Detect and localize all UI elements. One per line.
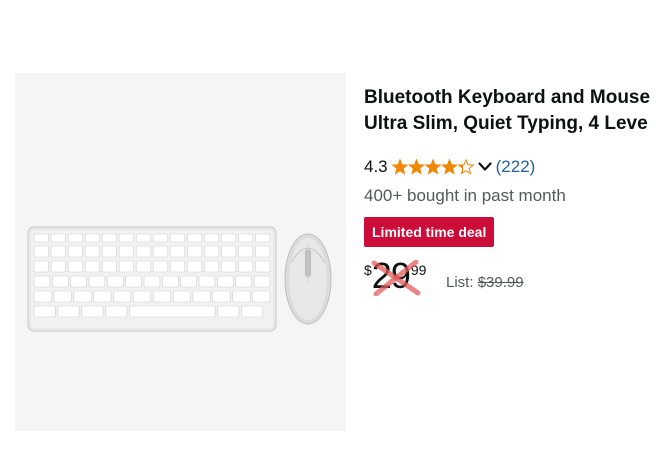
product-info: Bluetooth Keyboard and Mouse Ultra Slim,… (364, 85, 671, 302)
rating-value: 4.3 (364, 157, 388, 176)
price-fraction: 99 (410, 262, 427, 278)
star-4 (440, 159, 458, 175)
star-3 (424, 159, 442, 175)
keyboard-mouse-illustration (27, 226, 332, 332)
product-image[interactable] (15, 73, 346, 431)
product-title-line-1[interactable]: Bluetooth Keyboard and Mouse (364, 85, 671, 111)
price-whole: 29 (371, 255, 411, 296)
star-2 (407, 159, 425, 175)
bought-in-past-month: 400+ bought in past month (364, 186, 566, 205)
rating-row: 4.3 (222) (364, 155, 671, 179)
chevron-down-icon[interactable] (478, 162, 492, 172)
limited-time-deal-badge: Limited time deal (364, 217, 495, 247)
product-title-line-2[interactable]: Ultra Slim, Quiet Typing, 4 Leve (364, 111, 671, 137)
list-price-value: $39.99 (477, 274, 524, 291)
star-1 (391, 159, 409, 175)
product-card: Bluetooth Keyboard and Mouse Ultra Slim,… (0, 0, 671, 470)
review-count-link[interactable]: (222) (496, 157, 536, 177)
star-5 (457, 159, 475, 175)
star-rating-icon[interactable] (391, 159, 476, 175)
list-price: List: $39.99 (446, 274, 524, 291)
list-price-label: List: (446, 274, 474, 291)
price: $ 29 99 (364, 258, 426, 294)
price-symbol: $ (364, 262, 372, 278)
price-row: $ 29 99 List: $39.99 (364, 258, 671, 302)
product-title-link[interactable]: Bluetooth Keyboard and Mouse Ultra Slim,… (364, 85, 671, 137)
